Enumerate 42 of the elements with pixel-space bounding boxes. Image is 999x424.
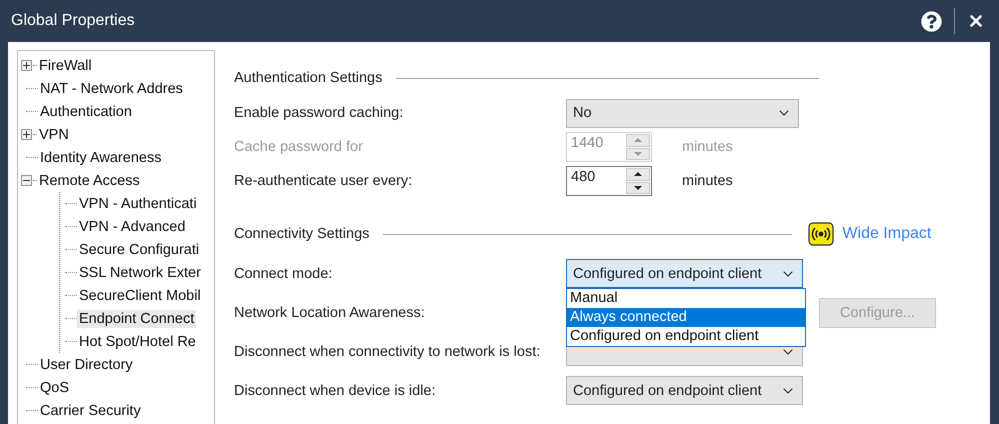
tree-item[interactable]: FireWall xyxy=(37,56,94,74)
field-label: Cache password for xyxy=(234,139,364,155)
tree-item[interactable]: Remote Access xyxy=(37,172,142,190)
dropdown[interactable]: Configured on endpoint client xyxy=(566,376,803,405)
tree-item[interactable]: Carrier Security xyxy=(38,402,143,420)
field-label: Disconnect when connectivity to network is lost: xyxy=(234,344,542,360)
expander-icon[interactable] xyxy=(21,60,32,71)
field-label: Network Location Awareness: xyxy=(234,304,426,320)
broadcast-icon xyxy=(808,222,834,246)
wide-impact-link[interactable]: Wide Impact xyxy=(808,222,932,246)
tree-item[interactable]: SSL Network Exter xyxy=(77,264,203,282)
tree-item[interactable]: Secure Configurati xyxy=(77,240,202,258)
dropdown[interactable]: Configured on endpoint client xyxy=(566,259,803,288)
tree-item[interactable]: VPN xyxy=(37,126,71,144)
tree-item[interactable]: Hot Spot/Hotel Re xyxy=(77,332,198,350)
expander-icon[interactable] xyxy=(21,175,32,186)
number-field[interactable]: 480 xyxy=(566,166,652,196)
tree-item[interactable]: Authentication xyxy=(38,102,134,120)
spin-down-icon[interactable] xyxy=(626,182,650,194)
section-heading: Authentication Settings xyxy=(234,70,382,86)
tree-item[interactable]: User Directory xyxy=(38,356,135,374)
field-label: Enable password caching: xyxy=(234,105,404,121)
tree-item[interactable]: VPN - Authenticati xyxy=(77,194,199,212)
help-icon[interactable] xyxy=(921,10,942,32)
window-title: Global Properties xyxy=(11,12,136,30)
tree-item[interactable]: Identity Awareness xyxy=(38,148,164,166)
unit-label: minutes xyxy=(682,173,733,189)
close-icon[interactable] xyxy=(967,12,985,30)
expander-icon[interactable] xyxy=(21,129,32,140)
tree-item[interactable]: VPN - Advanced xyxy=(77,218,188,236)
section-heading: Connectivity Settings xyxy=(234,226,370,242)
spin-up-icon[interactable] xyxy=(626,168,650,180)
tree-item[interactable]: SecureClient Mobil xyxy=(77,286,203,304)
field-label: Disconnect when device is idle: xyxy=(234,382,436,398)
dropdown-option[interactable]: Always connected xyxy=(567,308,805,327)
unit-label: minutes xyxy=(682,139,733,155)
dropdown[interactable]: No xyxy=(566,98,799,128)
tree-item[interactable]: Endpoint Connect xyxy=(77,310,196,328)
tree-item[interactable]: QoS xyxy=(38,378,72,396)
field-label: Re-authenticate user every: xyxy=(234,173,414,189)
tree-item[interactable]: NAT - Network Addres xyxy=(38,80,185,98)
field-label: Connect mode: xyxy=(234,266,334,282)
